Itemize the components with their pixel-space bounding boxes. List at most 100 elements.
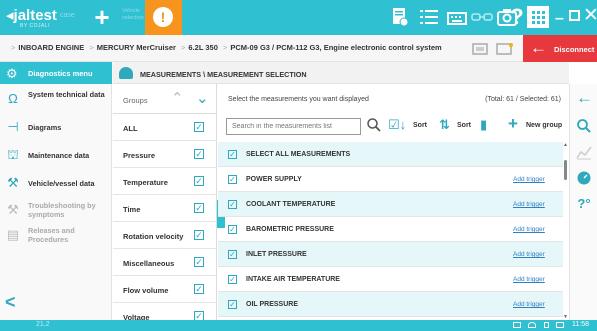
- sort-alpha-button[interactable]: Sort: [457, 122, 471, 129]
- breadcrumb-item[interactable]: PCM-09 G3 / PCM-112 G3, Engine electroni…: [230, 43, 441, 52]
- chevron-down-icon[interactable]: ⌄: [196, 89, 209, 107]
- keyboard-icon[interactable]: [445, 5, 469, 29]
- instructions-text: Select the measurements you want display…: [228, 96, 369, 103]
- breadcrumb-item[interactable]: 6.2L 350: [188, 43, 217, 52]
- group-label: Time: [123, 205, 141, 214]
- measurement-row[interactable]: ✓ INLET PRESSURE Add trigger: [218, 242, 563, 267]
- measurement-row[interactable]: ✓ INTAKE AIR TEMPERATURE Add trigger: [218, 267, 563, 292]
- search-input[interactable]: [226, 118, 361, 135]
- document-icon[interactable]: [388, 5, 412, 29]
- sidebar-item-diagrams[interactable]: ⊣ Diagrams: [0, 115, 112, 140]
- measurements-list: ✓ SELECT ALL MEASUREMENTS ✓ POWER SUPPLY…: [218, 142, 563, 320]
- tools-icon: ⚒: [7, 202, 19, 217]
- select-all-row[interactable]: ✓ SELECT ALL MEASUREMENTS: [218, 142, 563, 167]
- group-row-rotation-velocity[interactable]: Rotation velocity ✓: [113, 222, 217, 249]
- group-row-all[interactable]: ALL ✓: [113, 114, 217, 141]
- battery-icon: [556, 322, 564, 328]
- groups-label: Groups: [123, 96, 148, 105]
- checkbox-checked-icon[interactable]: ✓: [228, 250, 237, 259]
- back-chevron-icon[interactable]: <: [5, 292, 16, 313]
- sidebar-item-label: Maintenance data: [28, 151, 90, 160]
- checkbox-checked-icon[interactable]: ✓: [228, 225, 237, 234]
- gauge-icon[interactable]: [576, 170, 592, 186]
- measurement-row[interactable]: ✓ POWER SUPPLY Add trigger: [218, 167, 563, 192]
- add-trigger-link[interactable]: Add trigger: [513, 176, 545, 183]
- checkbox-checked-icon[interactable]: ✓: [194, 230, 204, 240]
- sort-checked-icon[interactable]: ☑↓: [388, 117, 406, 133]
- group-row-pressure[interactable]: Pressure ✓: [113, 141, 217, 168]
- search-icon[interactable]: [366, 117, 382, 133]
- sidebar-item-system-technical-data[interactable]: Ω System technical data: [0, 87, 112, 112]
- checkbox-checked-icon[interactable]: ✓: [194, 176, 204, 186]
- add-plus-icon[interactable]: +: [88, 3, 116, 31]
- group-row-flow-volume[interactable]: Flow volume ✓: [113, 276, 217, 303]
- alert-button[interactable]: !: [145, 0, 182, 35]
- sidebar-item-maintenance-data[interactable]: ⛫ Maintenance data: [0, 143, 112, 168]
- connection-icon[interactable]: [470, 5, 494, 29]
- arrow-left-icon: ←: [530, 38, 547, 57]
- checkbox-checked-icon[interactable]: ✓: [228, 200, 237, 209]
- wrench-icon: ⚒: [7, 175, 19, 190]
- apps-grid-icon[interactable]: [527, 6, 549, 28]
- diagram-icon: ⊣: [7, 119, 19, 134]
- chevron-up-icon[interactable]: ⌃: [171, 89, 184, 107]
- document-icon: ▤: [6, 227, 20, 242]
- sidebar-item-vehicle-vessel-data[interactable]: ⚒ Vehicle/vessel data: [0, 171, 112, 196]
- add-trigger-link[interactable]: Add trigger: [513, 301, 545, 308]
- ecu-info-icon[interactable]: [496, 42, 514, 56]
- back-arrow-icon[interactable]: ←: [576, 89, 593, 106]
- section-header: MEASUREMENTS \ MEASUREMENT SELECTION: [113, 62, 569, 84]
- checkbox-checked-icon[interactable]: ✓: [194, 203, 204, 213]
- checkbox-checked-icon[interactable]: ✓: [194, 284, 204, 294]
- group-row-miscellaneous[interactable]: Miscellaneous ✓: [113, 249, 217, 276]
- help-filter-icon[interactable]: ?°: [576, 196, 592, 212]
- add-trigger-link[interactable]: Add trigger: [513, 226, 545, 233]
- sort-checked-button[interactable]: Sort: [413, 122, 427, 129]
- measurement-row[interactable]: ✓ OIL PRESSURE Add trigger: [218, 292, 563, 317]
- new-group-button[interactable]: New group: [526, 122, 562, 129]
- add-trigger-link[interactable]: Add trigger: [513, 201, 545, 208]
- group-row-temperature[interactable]: Temperature ✓: [113, 168, 217, 195]
- search-user-icon[interactable]: [576, 118, 592, 134]
- scroll-up-icon[interactable]: ▲: [563, 142, 568, 148]
- measurement-row[interactable]: ✓ BAROMETRIC PRESSURE Add trigger: [218, 217, 563, 242]
- groups-header: Groups ⌃ ⌄: [113, 84, 217, 114]
- plus-icon[interactable]: +: [508, 114, 518, 134]
- disconnect-button[interactable]: ← Disconnect: [523, 35, 597, 62]
- group-label: ALL: [123, 124, 138, 133]
- checkbox-checked-icon[interactable]: ✓: [228, 275, 237, 284]
- diagnostics-icon: ⚙: [6, 66, 18, 81]
- right-toolbar: ← ?°: [569, 84, 597, 320]
- sort-alpha-icon[interactable]: ⇅: [439, 117, 450, 133]
- checkbox-checked-icon[interactable]: ✓: [228, 175, 237, 184]
- minimize-button[interactable]: –: [555, 10, 564, 28]
- selection-count: (Total: 61 / Selected: 61): [485, 96, 561, 103]
- breadcrumb-item[interactable]: INBOARD ENGINE: [18, 43, 84, 52]
- measurement-row[interactable]: ✓ COOLANT TEMPERATURE Add trigger: [218, 192, 563, 217]
- breadcrumb-item[interactable]: MERCURY MerCruiser: [97, 43, 176, 52]
- alert-icon: !: [153, 7, 173, 27]
- ecu-test-icon[interactable]: [472, 42, 490, 56]
- group-row-time[interactable]: Time ✓: [113, 195, 217, 222]
- add-trigger-link[interactable]: Add trigger: [513, 251, 545, 258]
- keyboard-status-icon: [513, 322, 521, 328]
- sidebar-diagnostics-menu[interactable]: ⚙ Diagnostics menu: [0, 62, 112, 84]
- checkbox-checked-icon[interactable]: ✓: [194, 149, 204, 159]
- maximize-button[interactable]: [569, 10, 580, 21]
- delete-group-icon[interactable]: ▮: [480, 117, 487, 133]
- close-button[interactable]: ✕: [583, 4, 597, 27]
- checkbox-checked-icon[interactable]: ✓: [228, 300, 237, 309]
- measurement-label: POWER SUPPLY: [246, 176, 302, 183]
- graph-icon[interactable]: [576, 144, 592, 160]
- add-trigger-link[interactable]: Add trigger: [513, 276, 545, 283]
- list-icon[interactable]: [417, 5, 441, 29]
- group-label: Rotation velocity: [123, 232, 184, 241]
- checkbox-checked-icon[interactable]: ✓: [194, 257, 204, 267]
- help-icon[interactable]: ?: [506, 5, 528, 29]
- select-all-label: SELECT ALL MEASUREMENTS: [246, 151, 351, 158]
- sidebar-item-label: System technical data: [28, 90, 105, 99]
- checkbox-checked-icon[interactable]: ✓: [194, 122, 204, 132]
- sidebar-item-label: Diagrams: [28, 123, 62, 132]
- checkbox-checked-icon[interactable]: ✓: [228, 150, 237, 159]
- scrollbar-thumb[interactable]: [564, 160, 567, 180]
